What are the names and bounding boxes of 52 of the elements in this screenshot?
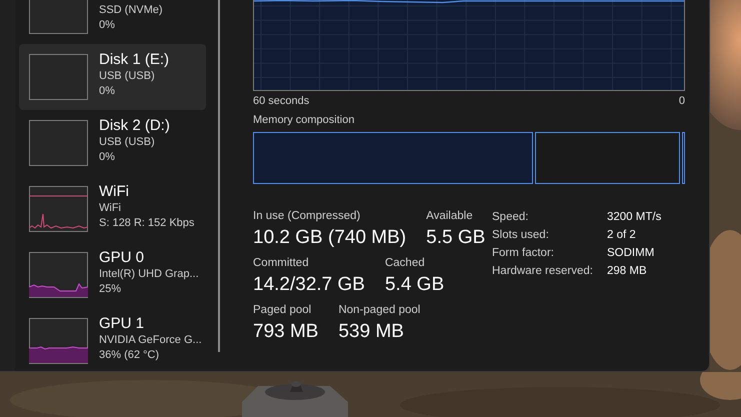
spec-label: Speed: [492, 210, 530, 224]
stat-label: Cached [384, 256, 426, 270]
device-usage: 0% [99, 150, 116, 165]
time-span-label: 60 seconds [253, 95, 310, 107]
device-name: GPU 1 [99, 315, 144, 332]
device-usage: S: 128 R: 152 Kbps [99, 216, 194, 231]
device-type: NVIDIA GeForce G... [99, 333, 202, 348]
device-type: WiFi [99, 201, 122, 216]
stat-label: Committed [253, 256, 310, 270]
stat-value: 5.4 GB [384, 273, 444, 297]
device-type: USB (USB) [99, 69, 156, 84]
device-usage: 0% [99, 18, 116, 33]
activity-graph [29, 252, 88, 298]
sidebar-item[interactable]: GPU 0 Intel(R) UHD Grap... 25% [19, 242, 206, 308]
device-usage: 0% [99, 84, 116, 99]
stat-label: Non-paged pool [338, 303, 420, 317]
sidebar-item[interactable]: Disk 2 (D:) USB (USB) 0% [19, 110, 206, 176]
spec-label: Hardware reserved: [492, 264, 594, 278]
device-type: USB (USB) [99, 135, 156, 150]
stat-value: 5.5 GB [426, 226, 486, 250]
device-type: Intel(R) UHD Grap... [99, 267, 199, 282]
device-name: GPU 0 [99, 249, 144, 266]
activity-graph [29, 186, 88, 232]
sidebar-item[interactable]: GPU 1 NVIDIA GeForce G... 36% (62 °C) [19, 308, 206, 371]
spec-value: 3200 MT/s [607, 210, 662, 224]
stat-value: 14.2/32.7 GB [253, 273, 365, 297]
section-title: Memory composition [253, 114, 356, 126]
spec-label: Slots used: [492, 228, 550, 242]
spec-value: 298 MB [607, 264, 648, 278]
activity-graph [29, 54, 88, 100]
device-name: Disk 2 (D:) [99, 117, 170, 134]
device-name: WiFi [99, 183, 129, 200]
spec-value: 2 of 2 [607, 228, 637, 242]
stat-value: 793 MB [253, 320, 318, 344]
sidebar-item[interactable]: Disk 1 (E:) USB (USB) 0% [19, 44, 206, 110]
device-usage: 25% [99, 282, 122, 297]
stat-label: Paged pool [253, 303, 312, 317]
activity-graph [29, 318, 88, 364]
spec-value: SODIMM [607, 246, 656, 260]
device-type: SSD (NVMe) [99, 3, 163, 18]
stat-value: 539 MB [338, 320, 405, 344]
axis-end-label: 0 [678, 95, 685, 107]
stat-label: In use (Compressed) [253, 209, 362, 223]
stat-label: Available [426, 209, 474, 223]
activity-graph [29, 120, 88, 166]
sidebar-item[interactable]: WiFi WiFi S: 128 R: 152 Kbps [19, 176, 206, 242]
stat-value: 10.2 GB (740 MB) [253, 226, 406, 250]
scrollbar[interactable] [218, 0, 220, 352]
spec-label: Form factor: [492, 246, 555, 260]
sidebar-item[interactable]: SSD (NVMe) 0% [19, 0, 206, 44]
device-name: Disk 1 (E:) [99, 51, 170, 68]
device-usage: 36% (62 °C) [99, 348, 160, 363]
